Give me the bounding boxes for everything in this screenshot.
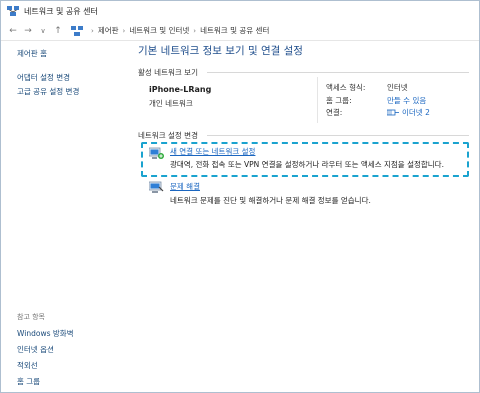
- network-sharing-center-window: 네트워크 및 공유 센터 ← → ∨ ↑ › 제어판 › 네트워크 및 인터넷 …: [0, 0, 480, 393]
- homegroup-label: 홈 그룹:: [326, 96, 352, 105]
- recent-dropdown-icon[interactable]: ∨: [37, 24, 49, 38]
- vertical-divider: [317, 77, 318, 123]
- ethernet-icon: [387, 109, 399, 116]
- titlebar: 네트워크 및 공유 센터: [1, 1, 479, 21]
- network-type: 개인 네트워크: [149, 99, 193, 108]
- change-settings-heading: 네트워크 설정 변경: [138, 131, 198, 140]
- section-divider: [207, 135, 469, 136]
- back-icon[interactable]: ←: [7, 24, 19, 38]
- see-also-item-firewall[interactable]: Windows 방화벽: [17, 328, 74, 339]
- access-type-label: 액세스 형식:: [326, 83, 366, 92]
- see-also-item-internet-options[interactable]: 인터넷 옵션: [17, 344, 54, 355]
- breadcrumb-separator-icon: ›: [193, 26, 197, 35]
- breadcrumb-separator-icon: ›: [122, 26, 126, 35]
- address-bar: ← → ∨ ↑ › 제어판 › 네트워크 및 인터넷 › 네트워크 및 공유 센…: [1, 21, 479, 41]
- breadcrumb-network-sharing-center[interactable]: 네트워크 및 공유 센터: [200, 25, 269, 36]
- new-connection-description: 광대역, 전화 접속 또는 VPN 연결을 설정하거나 라우터 또는 액세스 지…: [170, 160, 444, 169]
- sidebar-item-control-panel-home[interactable]: 제어판 홈: [17, 49, 47, 59]
- access-type-value: 인터넷: [387, 83, 408, 92]
- see-also-item-homegroup[interactable]: 홈 그룹: [17, 376, 40, 387]
- network-icon: [7, 6, 19, 16]
- network-name: iPhone-LRang: [149, 85, 212, 94]
- see-also-heading: 참고 항목: [17, 313, 45, 321]
- control-panel-icon: [71, 25, 83, 36]
- connection-label: 연결:: [326, 108, 343, 117]
- connection-link-label[interactable]: 이더넷 2: [402, 107, 430, 118]
- breadcrumb-control-panel[interactable]: 제어판: [98, 25, 119, 36]
- see-also-item-infrared[interactable]: 적외선: [17, 360, 38, 371]
- connection-link[interactable]: 이더넷 2: [387, 107, 430, 118]
- up-icon[interactable]: ↑: [52, 24, 64, 38]
- new-connection-link[interactable]: 새 연결 또는 네트워크 설정: [170, 146, 255, 157]
- troubleshoot-description: 네트워크 문제를 진단 및 해결하거나 문제 해결 정보를 얻습니다.: [170, 196, 371, 205]
- breadcrumb-network-internet[interactable]: 네트워크 및 인터넷: [129, 25, 189, 36]
- page-title: 기본 네트워크 정보 보기 및 연결 설정: [138, 45, 303, 57]
- homegroup-link[interactable]: 만들 수 있음: [387, 95, 426, 106]
- sidebar-item-change-adapter-settings[interactable]: 어댑터 설정 변경: [17, 73, 70, 83]
- breadcrumb-separator-icon: ›: [91, 26, 94, 35]
- active-networks-heading: 활성 네트워크 보기: [138, 68, 198, 77]
- troubleshoot-icon: [149, 181, 164, 193]
- window-title: 네트워크 및 공유 센터: [24, 6, 98, 16]
- section-divider: [207, 72, 469, 73]
- troubleshoot-link[interactable]: 문제 해결: [170, 181, 200, 192]
- new-connection-icon: [149, 147, 164, 159]
- forward-icon[interactable]: →: [22, 24, 34, 38]
- sidebar-item-advanced-sharing[interactable]: 고급 공유 설정 변경: [17, 87, 79, 97]
